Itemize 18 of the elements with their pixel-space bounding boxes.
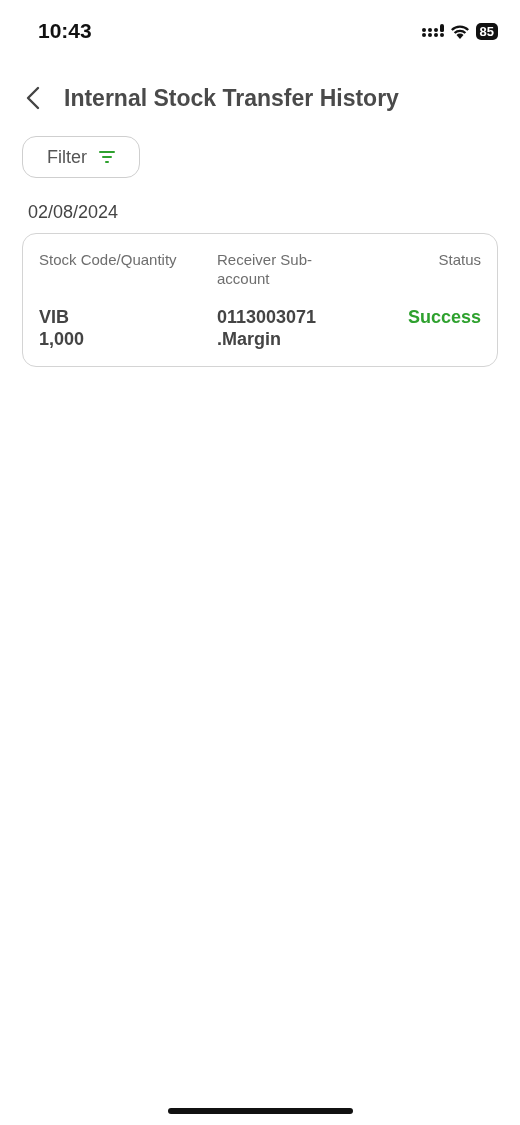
column-heading: Status: [438, 250, 481, 270]
status-label: Success: [407, 306, 481, 328]
column-heading: Receiver Sub-account: [217, 250, 314, 288]
sub-account: 0113003071: [217, 306, 318, 328]
filter-button[interactable]: Filter: [22, 136, 140, 178]
signal-icon: [421, 24, 444, 38]
filter-icon: [99, 150, 115, 164]
page-title: Internal Stock Transfer History: [64, 84, 399, 112]
date-heading: 02/08/2024: [28, 202, 120, 223]
battery-icon: 85: [475, 22, 498, 40]
wifi-icon: [449, 23, 470, 39]
back-icon[interactable]: [26, 86, 40, 110]
quantity: 1,000: [39, 328, 86, 350]
column-heading: Stock Code/Quantity: [39, 250, 177, 270]
stock-code: VIB: [39, 306, 70, 328]
sub-account: .Margin: [217, 328, 282, 350]
transfer-card[interactable]: Stock Code/Quantity Receiver Sub-account Status VIB 1,000 0113003071 .Margin Success: [22, 233, 498, 367]
status-time: 10:43: [38, 19, 92, 43]
